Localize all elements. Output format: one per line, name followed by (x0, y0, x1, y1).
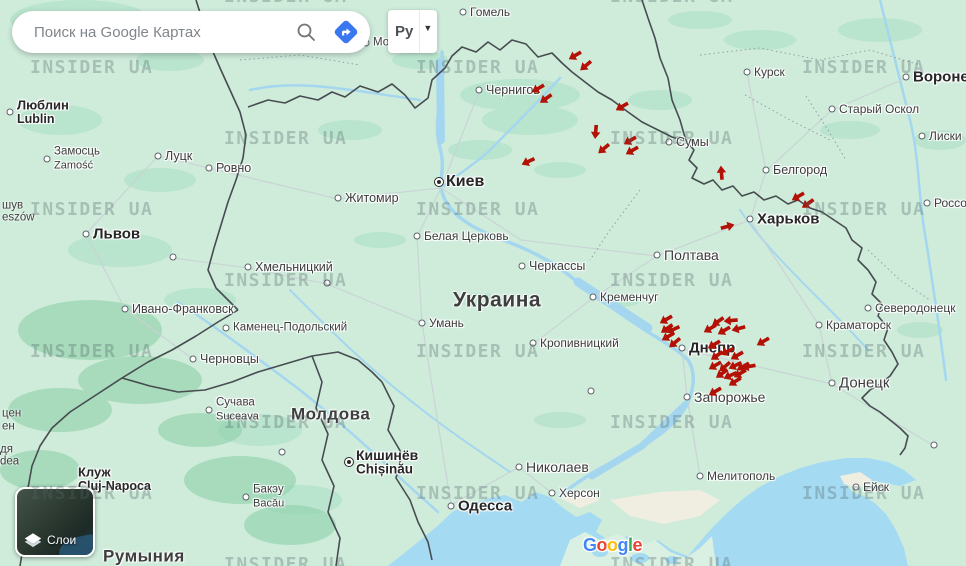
map-stage: ГомельКурскВоронежСтарый ОсколЛискиРоссо… (0, 0, 966, 566)
layers-button[interactable]: Слои (15, 487, 95, 557)
search-bar[interactable] (12, 11, 370, 53)
layers-label: Слои (47, 533, 77, 547)
chevron-down-icon: ▼ (423, 22, 433, 33)
search-icon[interactable] (286, 12, 326, 52)
google-logo[interactable]: Google (583, 535, 643, 556)
language-label: Ру (395, 23, 414, 40)
google-logo-letter: o (596, 535, 608, 555)
google-logo-letter: o (607, 535, 618, 555)
google-logo-letter: e (632, 535, 643, 555)
google-logo-letter: G (583, 535, 597, 555)
divider (419, 10, 421, 53)
layers-icon (24, 533, 42, 548)
language-button[interactable]: Ру ▼ (388, 10, 437, 53)
directions-icon (334, 20, 358, 44)
magnifier-glyph (297, 23, 315, 41)
search-input[interactable] (32, 22, 286, 42)
google-logo-letter: g (617, 535, 629, 555)
directions-button[interactable] (326, 12, 366, 52)
